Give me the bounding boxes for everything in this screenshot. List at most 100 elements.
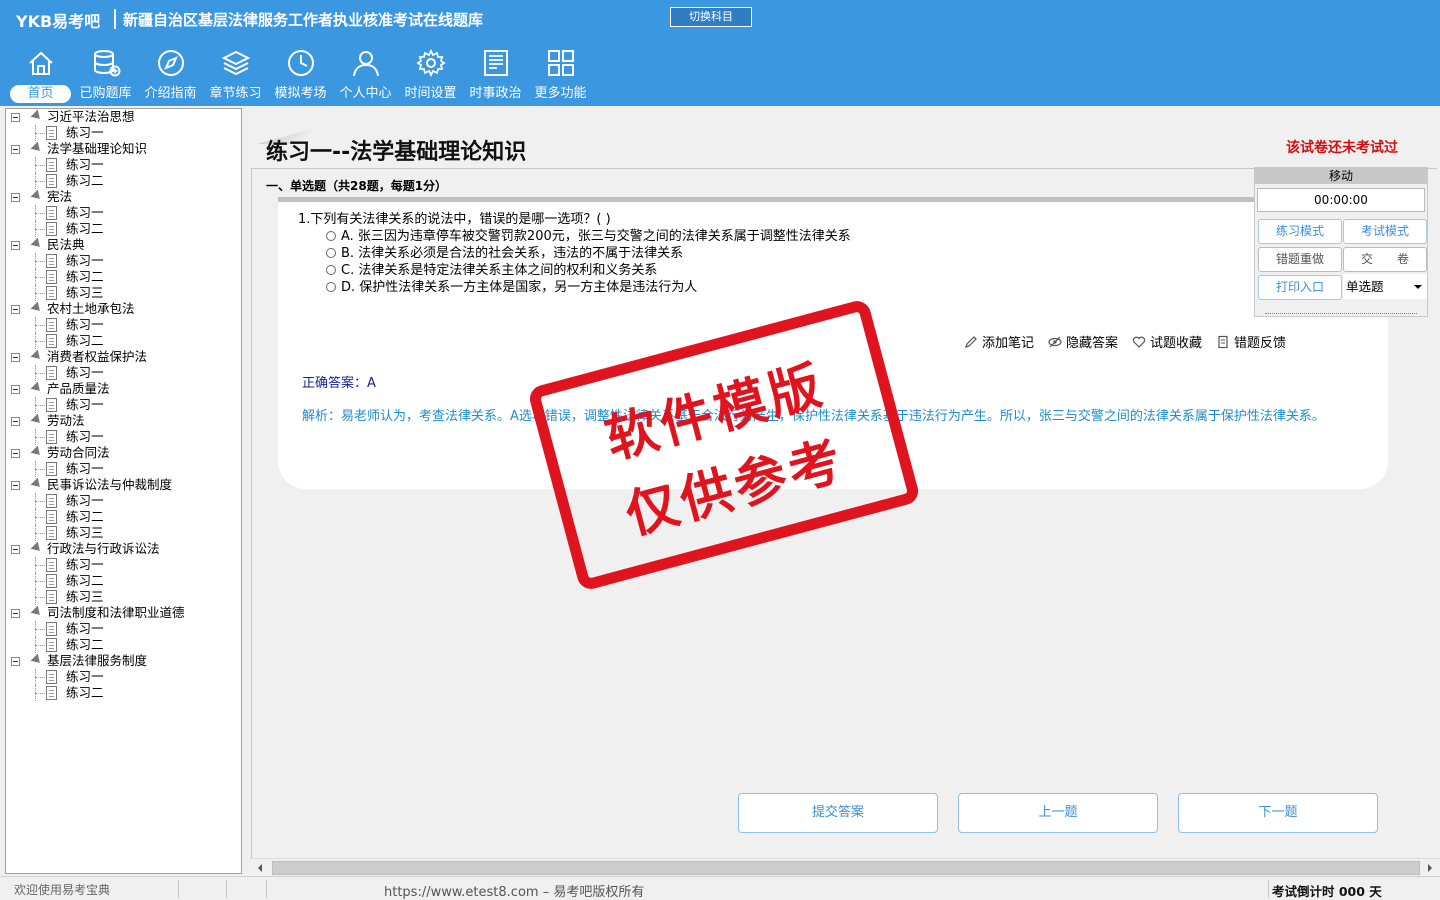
tree-exercise[interactable]: 练习一 bbox=[6, 493, 241, 509]
tree-exercise[interactable]: 练习三 bbox=[6, 589, 241, 605]
radio-button[interactable] bbox=[326, 282, 336, 292]
collapse-toggle-icon[interactable] bbox=[11, 385, 20, 394]
tree-chapter[interactable]: 习近平法治思想 bbox=[6, 109, 241, 125]
scroll-right-icon[interactable] bbox=[1428, 864, 1432, 872]
scroll-left-icon[interactable] bbox=[258, 864, 262, 872]
tree-guide-line bbox=[35, 581, 45, 582]
collapse-toggle-icon[interactable] bbox=[11, 145, 20, 154]
tree-chapter[interactable]: 宪法 bbox=[6, 189, 241, 205]
chapter-tree[interactable]: 习近平法治思想 练习一 法学基础理论知识 练习一 练习二 宪法 练习一 练习二 民法典 练习一 练习… bbox=[5, 108, 242, 874]
nav-item-3[interactable]: 章节练习 bbox=[203, 46, 268, 104]
tree-exercise[interactable]: 练习一 bbox=[6, 669, 241, 685]
tree-guide-line bbox=[35, 437, 45, 438]
tree-exercise[interactable]: 练习一 bbox=[6, 397, 241, 413]
document-icon bbox=[46, 158, 57, 172]
tree-exercise[interactable]: 练习二 bbox=[6, 573, 241, 589]
tree-exercise[interactable]: 练习三 bbox=[6, 525, 241, 541]
collapse-toggle-icon[interactable] bbox=[11, 609, 20, 618]
document-icon bbox=[46, 558, 57, 572]
option-d[interactable]: D. 保护性法律关系一方主体是国家，另一方主体是违法行为人 bbox=[326, 276, 697, 295]
tree-exercise[interactable]: 练习二 bbox=[6, 333, 241, 349]
nav-item-8[interactable]: 更多功能 bbox=[528, 46, 593, 104]
tree-exercise[interactable]: 练习二 bbox=[6, 221, 241, 237]
expanded-arrow-icon bbox=[30, 189, 44, 203]
scrollbar-thumb[interactable] bbox=[272, 861, 1420, 875]
radio-button[interactable] bbox=[326, 265, 336, 275]
tree-exercise[interactable]: 练习一 bbox=[6, 557, 241, 573]
nav-item-6[interactable]: 时间设置 bbox=[398, 46, 463, 104]
move-handle[interactable]: 移动 bbox=[1255, 168, 1427, 184]
collapse-toggle-icon[interactable] bbox=[11, 193, 20, 202]
tree-exercise[interactable]: 练习一 bbox=[6, 365, 241, 381]
tree-chapter-label: 宪法 bbox=[47, 189, 73, 204]
tree-exercise[interactable]: 练习一 bbox=[6, 125, 241, 141]
exam-mode-button[interactable]: 考试模式 bbox=[1343, 219, 1427, 244]
tree-guide-line bbox=[35, 501, 45, 502]
tree-exercise[interactable]: 练习二 bbox=[6, 173, 241, 189]
collapse-toggle-icon[interactable] bbox=[11, 481, 20, 490]
add-note-button[interactable]: 添加笔记 bbox=[964, 332, 1034, 351]
collapse-toggle-icon[interactable] bbox=[11, 657, 20, 666]
tree-exercise[interactable]: 练习二 bbox=[6, 637, 241, 653]
tree-exercise[interactable]: 练习二 bbox=[6, 269, 241, 285]
tree-chapter[interactable]: 劳动合同法 bbox=[6, 445, 241, 461]
tree-exercise[interactable]: 练习三 bbox=[6, 285, 241, 301]
submit-paper-button[interactable]: 交 卷 bbox=[1343, 247, 1427, 272]
report-error-button[interactable]: 错题反馈 bbox=[1216, 332, 1286, 351]
collapse-toggle-icon[interactable] bbox=[11, 353, 20, 362]
prev-question-button[interactable]: 上一题 bbox=[958, 793, 1158, 833]
tree-chapter[interactable]: 消费者权益保护法 bbox=[6, 349, 241, 365]
tree-chapter[interactable]: 民事诉讼法与仲裁制度 bbox=[6, 477, 241, 493]
question-type-select[interactable]: 单选题 bbox=[1343, 274, 1427, 299]
tree-guide-line bbox=[35, 693, 45, 694]
tree-exercise[interactable]: 练习一 bbox=[6, 461, 241, 477]
tree-chapter[interactable]: 农村土地承包法 bbox=[6, 301, 241, 317]
tree-chapter-label: 消费者权益保护法 bbox=[47, 349, 148, 364]
tree-chapter[interactable]: 基层法律服务制度 bbox=[6, 653, 241, 669]
nav-item-1[interactable]: 已购题库 bbox=[73, 46, 138, 104]
tree-chapter[interactable]: 司法制度和法律职业道德 bbox=[6, 605, 241, 621]
nav-label: 时事政治 bbox=[469, 86, 522, 101]
practice-mode-button[interactable]: 练习模式 bbox=[1258, 219, 1342, 244]
collapse-toggle-icon[interactable] bbox=[11, 545, 20, 554]
tree-guide-line bbox=[35, 325, 45, 326]
horizontal-scrollbar[interactable] bbox=[250, 858, 1440, 876]
tree-exercise[interactable]: 练习一 bbox=[6, 157, 241, 173]
nav-item-5[interactable]: 个人中心 bbox=[333, 46, 398, 104]
favorite-question-button[interactable]: 试题收藏 bbox=[1132, 332, 1202, 351]
collapse-toggle-icon[interactable] bbox=[11, 241, 20, 250]
nav-item-0[interactable]: 首页 bbox=[8, 46, 73, 104]
panel-slider[interactable] bbox=[1265, 311, 1417, 314]
tree-exercise[interactable]: 练习一 bbox=[6, 621, 241, 637]
radio-button[interactable] bbox=[326, 231, 336, 241]
hide-answer-button[interactable]: 隐藏答案 bbox=[1048, 332, 1118, 351]
tree-exercise[interactable]: 练习二 bbox=[6, 509, 241, 525]
control-panel[interactable]: 移动 00:00:00 练习模式 考试模式 错题重做 交 卷 打印入口 单选题 bbox=[1254, 167, 1428, 317]
switch-subject-button[interactable]: 切换科目 bbox=[670, 7, 752, 27]
tree-exercise[interactable]: 练习一 bbox=[6, 317, 241, 333]
nav-item-2[interactable]: 介绍指南 bbox=[138, 46, 203, 104]
radio-button[interactable] bbox=[326, 248, 336, 258]
collapse-toggle-icon[interactable] bbox=[11, 417, 20, 426]
tree-guide-line bbox=[35, 645, 45, 646]
tree-exercise[interactable]: 练习一 bbox=[6, 253, 241, 269]
tree-exercise[interactable]: 练习一 bbox=[6, 429, 241, 445]
tree-chapter-label: 行政法与行政诉讼法 bbox=[47, 541, 160, 556]
tree-chapter[interactable]: 民法典 bbox=[6, 237, 241, 253]
nav-item-4[interactable]: 模拟考场 bbox=[268, 46, 333, 104]
tree-exercise[interactable]: 练习一 bbox=[6, 205, 241, 221]
tree-chapter[interactable]: 劳动法 bbox=[6, 413, 241, 429]
print-button[interactable]: 打印入口 bbox=[1258, 275, 1342, 300]
tree-chapter-label: 司法制度和法律职业道德 bbox=[47, 605, 185, 620]
collapse-toggle-icon[interactable] bbox=[11, 449, 20, 458]
next-question-button[interactable]: 下一题 bbox=[1178, 793, 1378, 833]
tree-exercise[interactable]: 练习二 bbox=[6, 685, 241, 701]
submit-answer-button[interactable]: 提交答案 bbox=[738, 793, 938, 833]
nav-item-7[interactable]: 时事政治 bbox=[463, 46, 528, 104]
redo-wrong-button[interactable]: 错题重做 bbox=[1258, 247, 1342, 272]
collapse-toggle-icon[interactable] bbox=[11, 113, 20, 122]
collapse-toggle-icon[interactable] bbox=[11, 305, 20, 314]
tree-chapter[interactable]: 法学基础理论知识 bbox=[6, 141, 241, 157]
tree-chapter[interactable]: 产品质量法 bbox=[6, 381, 241, 397]
tree-chapter[interactable]: 行政法与行政诉讼法 bbox=[6, 541, 241, 557]
